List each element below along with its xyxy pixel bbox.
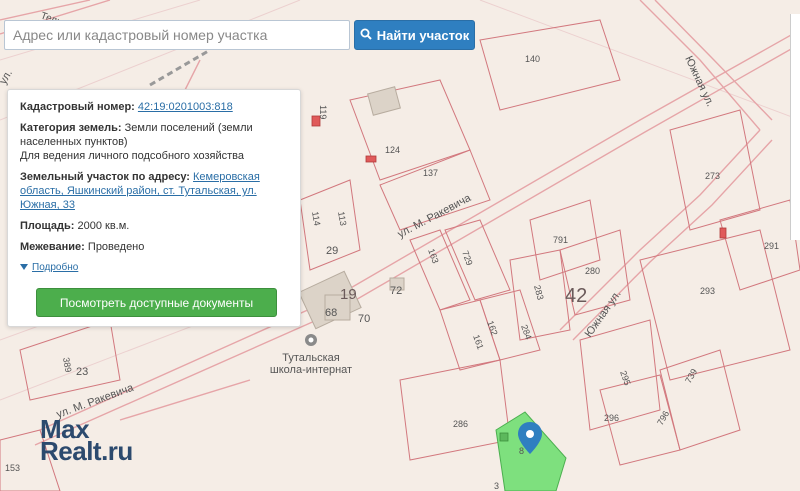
school-poi-icon[interactable]: [305, 334, 317, 346]
more-details-label: Подробно: [32, 262, 79, 273]
parcel-number: 791: [553, 235, 568, 245]
parcel-number: 119: [318, 105, 328, 119]
side-panel: [790, 14, 800, 240]
cadastral-row: Кадастровый номер: 42:19:0201003:818: [20, 100, 288, 114]
area-row: Площадь: 2000 кв.м.: [20, 219, 288, 233]
watermark-logo: Max Realt.ru: [40, 416, 133, 466]
poi-label: школа-интернат: [270, 364, 352, 376]
view-documents-button[interactable]: Посмотреть доступные документы: [36, 288, 277, 317]
category-label: Категория земель:: [20, 122, 122, 134]
parcel-number: 124: [385, 145, 400, 155]
parcel-number: 273: [705, 171, 720, 181]
usage-text: Для ведения личного подсобного хозяйства: [20, 150, 244, 162]
triangle-down-icon: [20, 261, 28, 275]
search-button[interactable]: Найти участок: [354, 20, 475, 50]
area-value: 2000 кв.м.: [77, 220, 130, 232]
block-label: 42: [565, 285, 587, 307]
parcel-number: 286: [453, 419, 468, 429]
survey-row: Межевание: Проведено: [20, 240, 288, 254]
parcel-number: 280: [585, 266, 600, 276]
more-details-link[interactable]: Подробно: [20, 261, 288, 275]
search-button-label: Найти участок: [376, 27, 470, 43]
parcel-number: 140: [525, 54, 540, 64]
address-label: Земельный участок по адресу:: [20, 171, 190, 183]
parcel-number: 291: [764, 241, 779, 251]
parcel-number: 23: [76, 366, 88, 378]
parcel-info-card: Кадастровый номер: 42:19:0201003:818 Кат…: [7, 89, 301, 327]
parcel-number: 70: [358, 313, 370, 325]
address-row: Земельный участок по адресу: Кемеровская…: [20, 170, 288, 212]
parcel-number: 68: [325, 307, 337, 319]
parcel-number: 153: [5, 463, 20, 473]
parcel-number: 296: [604, 413, 619, 423]
parcel-number: 72: [390, 285, 402, 297]
category-row: Категория земель: Земли поселений (земли…: [20, 121, 288, 149]
search-icon: [360, 28, 372, 43]
survey-label: Межевание:: [20, 241, 85, 253]
block-label: 19: [340, 286, 357, 303]
survey-value: Проведено: [87, 241, 145, 253]
area-label: Площадь:: [20, 220, 75, 232]
watermark-line2: Realt.ru: [40, 436, 133, 466]
parcel-number: 3: [494, 481, 499, 491]
parcel-number: 8: [519, 446, 524, 456]
parcel-number: 293: [700, 286, 715, 296]
cadastral-link[interactable]: 42:19:0201003:818: [138, 101, 233, 113]
search-input[interactable]: [4, 20, 350, 50]
poi-label: Тутальская: [282, 352, 339, 364]
cadastral-label: Кадастровый номер:: [20, 101, 135, 113]
parcel-number: 137: [423, 168, 438, 178]
parcel-number: 29: [326, 245, 338, 257]
